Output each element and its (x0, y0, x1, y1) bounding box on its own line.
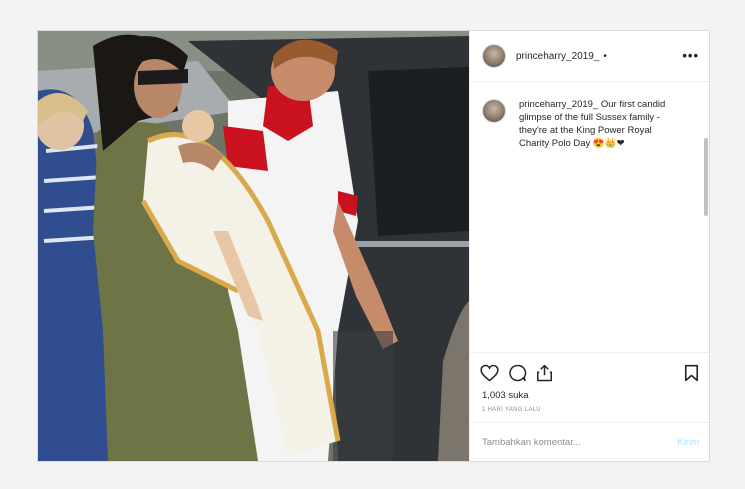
action-icons (480, 364, 699, 386)
post-actions: 1,003 suka 1 HARI YANG LALU Kirim (470, 352, 709, 461)
comment-input[interactable] (470, 436, 678, 448)
post-photo-illustration (38, 31, 469, 461)
add-comment-bar: Kirim (470, 422, 709, 461)
heart-icon[interactable] (480, 364, 499, 387)
post-side-panel: princeharry_2019_ • ••• princeharry_2019… (469, 31, 709, 461)
likes-count[interactable]: 1,003 suka (482, 390, 528, 401)
instagram-post: princeharry_2019_ • ••• princeharry_2019… (37, 30, 710, 462)
caption-text: princeharry_2019_ Our first candid glimp… (519, 98, 677, 150)
post-timestamp: 1 HARI YANG LALU (482, 407, 541, 413)
post-photo[interactable] (38, 31, 469, 461)
more-options-icon[interactable]: ••• (682, 48, 699, 63)
header-separator-dot: • (603, 50, 607, 62)
avatar[interactable] (482, 44, 506, 68)
comments-scrollbar[interactable] (704, 138, 708, 216)
bookmark-icon[interactable] (684, 364, 699, 387)
comment-bubble-icon[interactable] (508, 364, 527, 387)
caption: princeharry_2019_ Our first candid glimp… (470, 82, 709, 150)
caption-username[interactable]: princeharry_2019_ (519, 99, 598, 110)
share-icon[interactable] (536, 364, 553, 387)
comments-area: princeharry_2019_ Our first candid glimp… (470, 82, 709, 352)
post-header: princeharry_2019_ • ••• (470, 31, 709, 82)
header-username[interactable]: princeharry_2019_ (516, 51, 599, 62)
caption-avatar[interactable] (482, 99, 506, 123)
send-comment-button[interactable]: Kirim (677, 437, 699, 448)
